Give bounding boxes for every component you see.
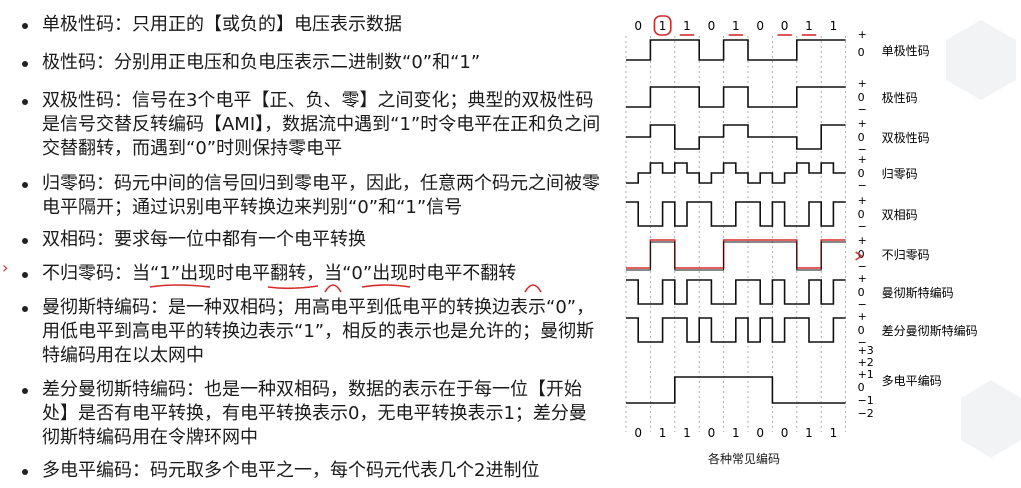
bullet-dot-icon xyxy=(22,469,28,475)
bullet-dot-icon xyxy=(22,61,28,67)
level-label: − xyxy=(858,179,867,192)
waveform-shadow xyxy=(626,241,846,271)
bullet-text: 归零码：码元中间的信号回归到零电平，因此，任意两个码元之间被零电平隔开；通过识别… xyxy=(42,173,600,218)
bit-label-bottom: 1 xyxy=(732,426,740,440)
waveform-7 xyxy=(626,317,846,343)
bullet-list: 单极性码：只用正的【或负的】电压表示数据 极性码：分别用正电压和负电压表示二进制… xyxy=(0,0,612,488)
bullet-text: 不归零码：当“1”出现时电平翻转，当“0”出现时电平不翻转 xyxy=(42,263,517,284)
bit-label-top: 0 xyxy=(756,19,764,33)
bullet-text: 曼彻斯特编码：是一种双相码；用高电平到低电平的转换边表示“0”，用低电平到高电平… xyxy=(42,297,595,366)
bullet-dot-icon xyxy=(22,99,28,105)
bullet-text: 极性码：分别用正电压和负电压表示二进制数“0”和“1” xyxy=(42,52,481,73)
level-label: + xyxy=(858,234,867,247)
bullet-text: 双极性码：信号在3个电平【正、负、零】之间变化；典型的双极性码是信号交替反转编码… xyxy=(42,90,601,159)
bullet-item: 多电平编码：码元取多个电平之一，每个码元代表几个2进制位 xyxy=(22,459,602,483)
encoding-name-label: 多电平编码 xyxy=(882,373,942,388)
waveform-5 xyxy=(626,239,846,269)
encoding-name-label: 曼彻斯特编码 xyxy=(882,285,954,300)
level-label: + xyxy=(858,272,867,285)
waveform-2 xyxy=(626,124,846,150)
bullet-item: 曼彻斯特编码：是一种双相码；用高电平到低电平的转换边表示“0”，用低电平到高电平… xyxy=(22,296,602,368)
bit-label-bottom: 0 xyxy=(781,426,789,440)
encoding-name-label: 极性码 xyxy=(882,91,918,105)
waveform-3 xyxy=(626,162,846,184)
bullet-dot-icon xyxy=(22,272,28,278)
bullet-item: 双相码：要求每一位中都有一个电平转换 xyxy=(22,228,602,252)
level-label: −2 xyxy=(858,407,874,420)
level-label: + xyxy=(858,77,867,90)
level-label: + xyxy=(858,310,867,323)
level-label: −1 xyxy=(858,394,874,407)
bullet-dot-icon xyxy=(22,23,28,29)
waveform-6 xyxy=(626,279,846,305)
encoding-name-label: 差分曼彻斯特编码 xyxy=(882,323,978,338)
bit-label-bottom: 0 xyxy=(756,426,764,440)
bit-label-top: 0 xyxy=(634,19,642,33)
bit-label-top: 1 xyxy=(659,19,667,33)
bullet-text: 差分曼彻斯特编码：也是一种双相码，数据的表示在于每一位【开始处】是否有电平转换，… xyxy=(42,379,587,448)
encoding-figure: 0 0 1 1 1 1 0 0 1 1 0 0 0 0 1 1 1 1 +0 单极性码 +0− 极性码 +0− 双极性码 +0−… xyxy=(612,0,1021,488)
bullet-item: 归零码：码元中间的信号回归到零电平，因此，任意两个码元之间被零电平隔开；通过识别… xyxy=(22,172,602,220)
bullet-item: 不归零码：当“1”出现时电平翻转，当“0”出现时电平不翻转 xyxy=(22,262,602,286)
level-label: + xyxy=(858,153,867,166)
level-label: +1 xyxy=(858,368,874,381)
encoding-name-label: 双极性码 xyxy=(882,131,930,145)
figure-caption: 各种常见编码 xyxy=(708,452,781,466)
level-label: 0 xyxy=(858,381,865,394)
level-label: + xyxy=(858,194,867,207)
level-label: + xyxy=(858,117,867,130)
waveform-4 xyxy=(626,201,846,227)
level-label: 0 xyxy=(858,46,865,59)
encoding-name-label: 单极性码 xyxy=(882,44,930,58)
bullet-text: 双相码：要求每一位中都有一个电平转换 xyxy=(42,229,366,250)
level-label: − xyxy=(858,103,867,116)
bit-label-top: 1 xyxy=(683,19,691,33)
bullet-dot-icon xyxy=(22,388,28,394)
bit-label-top: 0 xyxy=(708,19,716,33)
encoding-name-label: 归零码 xyxy=(882,167,918,181)
bullet-item: 极性码：分别用正电压和负电压表示二进制数“0”和“1” xyxy=(22,51,602,75)
waveform-0 xyxy=(626,39,846,61)
bullet-item: 差分曼彻斯特编码：也是一种双相码，数据的表示在于每一位【开始处】是否有电平转换，… xyxy=(22,378,602,450)
waveform-1 xyxy=(626,86,846,108)
annotation-arrow-icon: › xyxy=(2,258,9,277)
waveform-diagram: 001111001100001111+0 单极性码+0−极性码+0−双极性码+0−… xyxy=(625,15,978,440)
bit-label-bottom: 1 xyxy=(659,426,667,440)
bit-label-top: 1 xyxy=(732,19,740,33)
level-label: − xyxy=(858,220,867,233)
bullet-text: 单极性码：只用正的【或负的】电压表示数据 xyxy=(42,14,402,35)
encoding-name-label: 不归零码 xyxy=(882,248,930,262)
bit-label-bottom: 0 xyxy=(634,426,642,440)
bit-label-bottom: 1 xyxy=(805,426,813,440)
bit-label-bottom: 0 xyxy=(708,426,716,440)
bullet-text: 多电平编码：码元取多个电平之一，每个码元代表几个2进制位 xyxy=(42,460,540,481)
bullet-dot-icon xyxy=(22,306,28,312)
bit-label-top: 1 xyxy=(830,19,838,33)
waveform-8 xyxy=(626,376,846,404)
bit-label-bottom: 1 xyxy=(830,426,838,440)
bit-label-top: 0 xyxy=(781,19,789,33)
encoding-name-label: 双相码 xyxy=(882,208,918,222)
bullet-dot-icon xyxy=(22,238,28,244)
bullet-dot-icon xyxy=(22,182,28,188)
level-label: + xyxy=(858,28,867,41)
bit-label-top: 1 xyxy=(805,19,813,33)
bullet-item: 双极性码：信号在3个电平【正、负、零】之间变化；典型的双极性码是信号交替反转编码… xyxy=(22,89,602,161)
bullet-item: 单极性码：只用正的【或负的】电压表示数据 xyxy=(22,13,602,37)
bit-label-bottom: 1 xyxy=(683,426,691,440)
